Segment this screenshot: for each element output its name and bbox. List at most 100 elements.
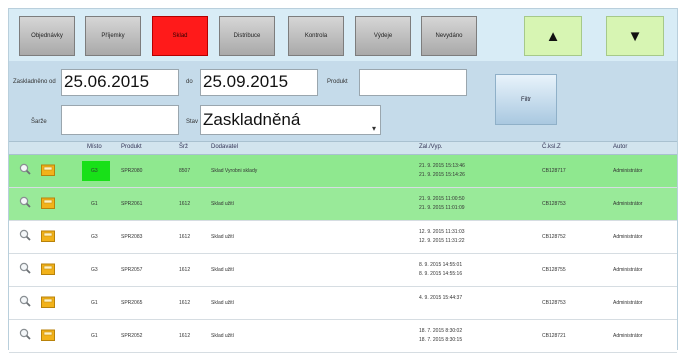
- cell-date-created: 18. 7. 2015 8:30:02: [419, 328, 463, 334]
- batch-field[interactable]: [61, 105, 179, 135]
- filter-panel: Zaskladněno od 25.06.2015 do 25.09.2015 …: [9, 61, 677, 141]
- cell-product: SPR2080: [121, 168, 143, 174]
- cell-supplier: Sklad Vyrobni sklady: [211, 168, 258, 174]
- magnifier-icon[interactable]: [19, 328, 31, 340]
- chevron-down-icon: ▾: [371, 124, 376, 133]
- magnifier-icon[interactable]: [19, 262, 31, 274]
- cell-document: CB128717: [542, 168, 566, 174]
- package-icon[interactable]: [41, 164, 55, 176]
- magnifier-icon[interactable]: [19, 295, 31, 307]
- date-from-label: Zaskladněno od: [13, 79, 56, 85]
- cell-author: Administrátor: [613, 333, 643, 339]
- cell-product: SPR2057: [121, 267, 143, 273]
- cell-product: SPR2065: [121, 300, 143, 306]
- cell-document: CB128752: [542, 234, 566, 240]
- cell-document: CB128753: [542, 300, 566, 306]
- cell-supplier: Sklad užití: [211, 267, 235, 273]
- not-issued-button[interactable]: Nevydáno: [421, 16, 477, 56]
- cell-place: G1: [91, 201, 98, 207]
- down-arrow-button[interactable]: ▼: [606, 16, 664, 56]
- cell-batch: 1612: [179, 234, 191, 240]
- cell-product: SPR2083: [121, 234, 143, 240]
- table-header: Místo Produkt Šrž Dodavatel Zal./Vyp. Č.…: [9, 141, 677, 155]
- distribution-button[interactable]: Distribuce: [219, 16, 275, 56]
- control-button[interactable]: Kontrola: [288, 16, 344, 56]
- state-select[interactable]: Zaskladněná ▾: [200, 105, 381, 135]
- table-row[interactable]: G3 SPR2057 1612 Sklad užití 8. 9. 2015 1…: [9, 254, 677, 287]
- cell-date-created: 21. 9. 2015 11:00:50: [419, 196, 465, 202]
- package-icon[interactable]: [41, 296, 55, 308]
- cell-date-created: 21. 9. 2015 15:13:46: [419, 163, 465, 169]
- batch-label: Šarže: [31, 119, 47, 125]
- cell-document: CB128721: [542, 333, 566, 339]
- package-icon[interactable]: [41, 263, 55, 275]
- date-to-field[interactable]: 25.09.2015: [200, 69, 318, 96]
- column-header-supplier[interactable]: Dodavatel: [211, 144, 238, 150]
- cell-batch: 8507: [179, 168, 191, 174]
- cell-batch: 1612: [179, 201, 191, 207]
- app-frame: Objednávky Příjemky Sklad Distribuce Kon…: [8, 8, 678, 353]
- cell-product: SPR2061: [121, 201, 143, 207]
- column-header-product[interactable]: Produkt: [121, 144, 142, 150]
- cell-date-created: 8. 9. 2015 14:55:01: [419, 262, 463, 268]
- receipts-button[interactable]: Příjemky: [85, 16, 141, 56]
- cell-date-finished: 21. 9. 2015 15:14:26: [419, 172, 465, 178]
- issues-button[interactable]: Výdeje: [355, 16, 411, 56]
- cell-batch: 1612: [179, 267, 191, 273]
- cell-supplier: Sklad užití: [211, 300, 235, 306]
- orders-button[interactable]: Objednávky: [19, 16, 75, 56]
- package-icon[interactable]: [41, 329, 55, 341]
- cell-place: G3: [91, 168, 98, 174]
- product-label: Produkt: [327, 79, 348, 85]
- cell-place: G1: [91, 333, 98, 339]
- package-icon[interactable]: [41, 230, 55, 242]
- cell-date-created: 4. 9. 2015 15:44:37: [419, 295, 463, 301]
- cell-batch: 1612: [179, 300, 191, 306]
- cell-place: G1: [91, 300, 98, 306]
- cell-place: G3: [91, 267, 98, 273]
- stock-button[interactable]: Sklad: [152, 16, 208, 56]
- cell-supplier: Sklad užití: [211, 234, 235, 240]
- cell-date-created: 12. 9. 2015 11:31:03: [419, 229, 465, 235]
- table-row[interactable]: G1 SPR2061 1612 Sklad užití 21. 9. 2015 …: [9, 188, 677, 221]
- product-field[interactable]: [359, 69, 467, 96]
- cell-document: CB128753: [542, 201, 566, 207]
- table-body: G3 SPR2080 8507 Sklad Vyrobni sklady 21.…: [9, 155, 677, 353]
- cell-batch: 1612: [179, 333, 191, 339]
- column-header-author[interactable]: Autor: [613, 144, 627, 150]
- column-header-place[interactable]: Místo: [87, 144, 102, 150]
- cell-supplier: Sklad užití: [211, 201, 235, 207]
- cell-supplier: Sklad užití: [211, 333, 235, 339]
- column-header-dates[interactable]: Zal./Vyp.: [419, 144, 442, 150]
- date-from-field[interactable]: 25.06.2015: [61, 69, 179, 96]
- cell-date-finished: 12. 9. 2015 11:31:22: [419, 238, 465, 244]
- cell-author: Administrátor: [613, 168, 643, 174]
- date-to-label: do: [186, 79, 193, 85]
- state-select-value: Zaskladněná: [203, 110, 301, 129]
- cell-document: CB128755: [542, 267, 566, 273]
- state-label: Stav: [186, 119, 199, 125]
- magnifier-icon[interactable]: [19, 163, 31, 175]
- column-header-document[interactable]: Č.ksl.Z: [542, 144, 561, 150]
- table-row[interactable]: G1 SPR2065 1612 Sklad užití 4. 9. 2015 1…: [9, 287, 677, 320]
- magnifier-icon[interactable]: [19, 196, 31, 208]
- up-arrow-button[interactable]: ▲: [524, 16, 582, 56]
- cell-author: Administrátor: [613, 267, 643, 273]
- toolbar: Objednávky Příjemky Sklad Distribuce Kon…: [9, 9, 677, 61]
- table-row[interactable]: G3 SPR2080 8507 Sklad Vyrobni sklady 21.…: [9, 155, 677, 188]
- column-header-batch[interactable]: Šrž: [179, 144, 188, 150]
- table-row[interactable]: G1 SPR2052 1612 Sklad užití 18. 7. 2015 …: [9, 320, 677, 353]
- table-row[interactable]: G3 SPR2083 1612 Sklad užití 12. 9. 2015 …: [9, 221, 677, 254]
- stock-table: Místo Produkt Šrž Dodavatel Zal./Vyp. Č.…: [9, 141, 677, 353]
- cell-date-finished: 8. 9. 2015 14:55:16: [419, 271, 463, 277]
- cell-date-finished: 21. 9. 2015 11:01:09: [419, 205, 465, 211]
- cell-author: Administrátor: [613, 300, 643, 306]
- cell-product: SPR2052: [121, 333, 143, 339]
- package-icon[interactable]: [41, 197, 55, 209]
- cell-place: G3: [91, 234, 98, 240]
- cell-date-finished: 18. 7. 2015 8:30:15: [419, 337, 463, 343]
- cell-author: Administrátor: [613, 234, 643, 240]
- cell-author: Administrátor: [613, 201, 643, 207]
- magnifier-icon[interactable]: [19, 229, 31, 241]
- filter-button[interactable]: Filtr: [495, 74, 557, 125]
